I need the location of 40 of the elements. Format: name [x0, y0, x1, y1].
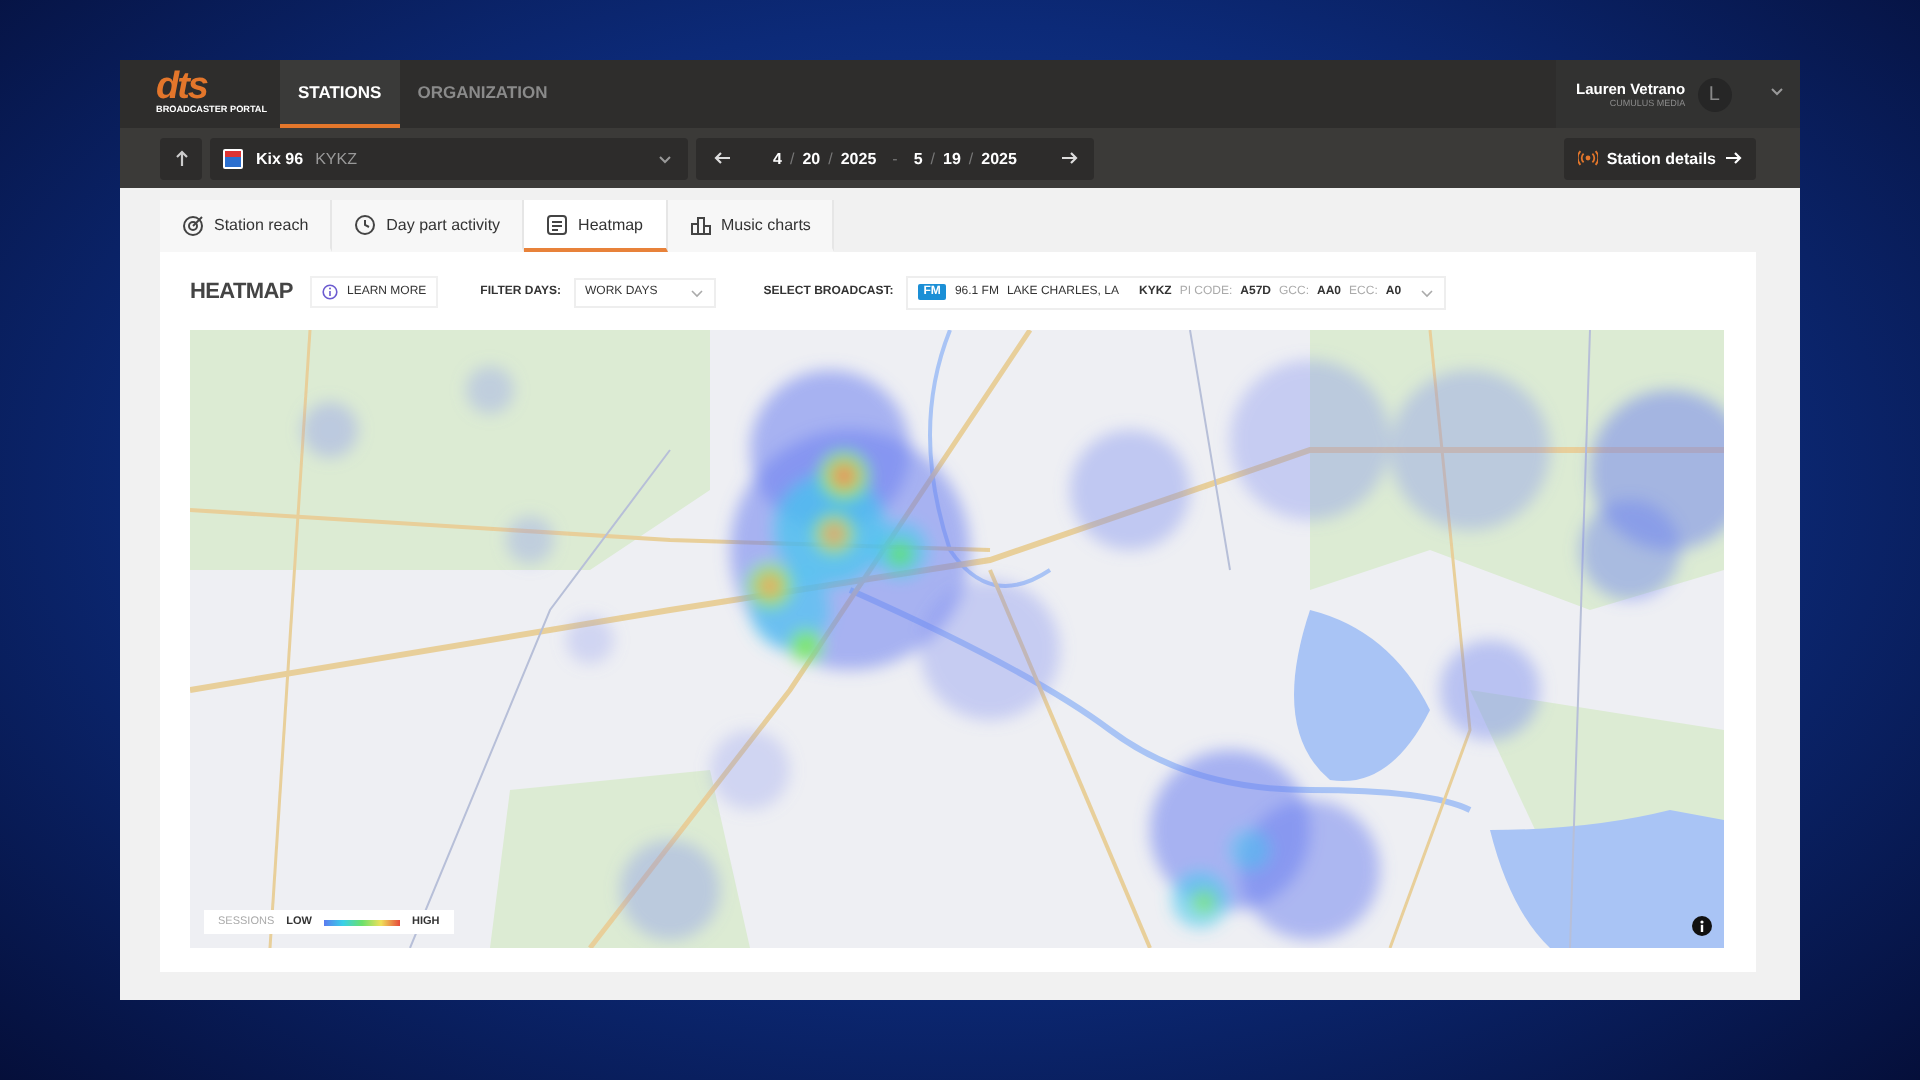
info-icon: [322, 284, 339, 300]
bar-chart-icon: [689, 213, 712, 235]
nav-tab[interactable]: STATIONS: [280, 60, 400, 128]
tab[interactable]: Station reach: [160, 200, 333, 252]
caret-icon: [1770, 86, 1784, 96]
avatar: L: [1697, 77, 1732, 111]
date-range-picker[interactable]: 4 / 20 / 2025 - 5 / 19 / 2025: [696, 137, 1094, 179]
logo[interactable]: dts: [156, 72, 260, 102]
date-separator: /: [828, 149, 833, 167]
left-arrow-icon: [713, 150, 731, 166]
date-separator: /: [930, 149, 936, 167]
map-icon: [546, 213, 569, 235]
end-month: 5: [913, 149, 923, 167]
range-separator: -: [892, 149, 898, 167]
start-year: 2025: [840, 149, 877, 167]
station-select[interactable]: Kix 96 KYKZ: [210, 137, 688, 179]
tab[interactable]: Music charts: [667, 200, 835, 252]
target-icon: [182, 213, 204, 235]
section-title: HEATMAP: [190, 280, 293, 304]
start-month: 4: [773, 149, 782, 167]
caret-icon: [658, 153, 672, 163]
clock-icon: [354, 213, 377, 235]
right-arrow-icon: [1724, 150, 1742, 166]
station-details-button[interactable]: Station details: [1564, 137, 1756, 179]
back-button[interactable]: [160, 137, 202, 179]
date-separator: /: [968, 149, 974, 167]
caret-icon: [689, 287, 704, 297]
broadcast-icon: [1578, 150, 1599, 166]
station-logo-icon: [222, 147, 244, 169]
start-day: 20: [802, 149, 821, 167]
tab[interactable]: Heatmap: [524, 200, 668, 252]
end-year: 2025: [981, 149, 1017, 167]
up-arrow-icon: [173, 148, 189, 168]
date-separator: /: [789, 149, 795, 167]
end-day: 19: [943, 149, 961, 167]
caret-icon: [1419, 287, 1434, 297]
tab[interactable]: Day part activity: [332, 200, 525, 252]
right-arrow-icon: [1059, 150, 1077, 166]
nav-tab[interactable]: ORGANIZATION: [399, 60, 566, 128]
info-icon: [1698, 920, 1706, 932]
